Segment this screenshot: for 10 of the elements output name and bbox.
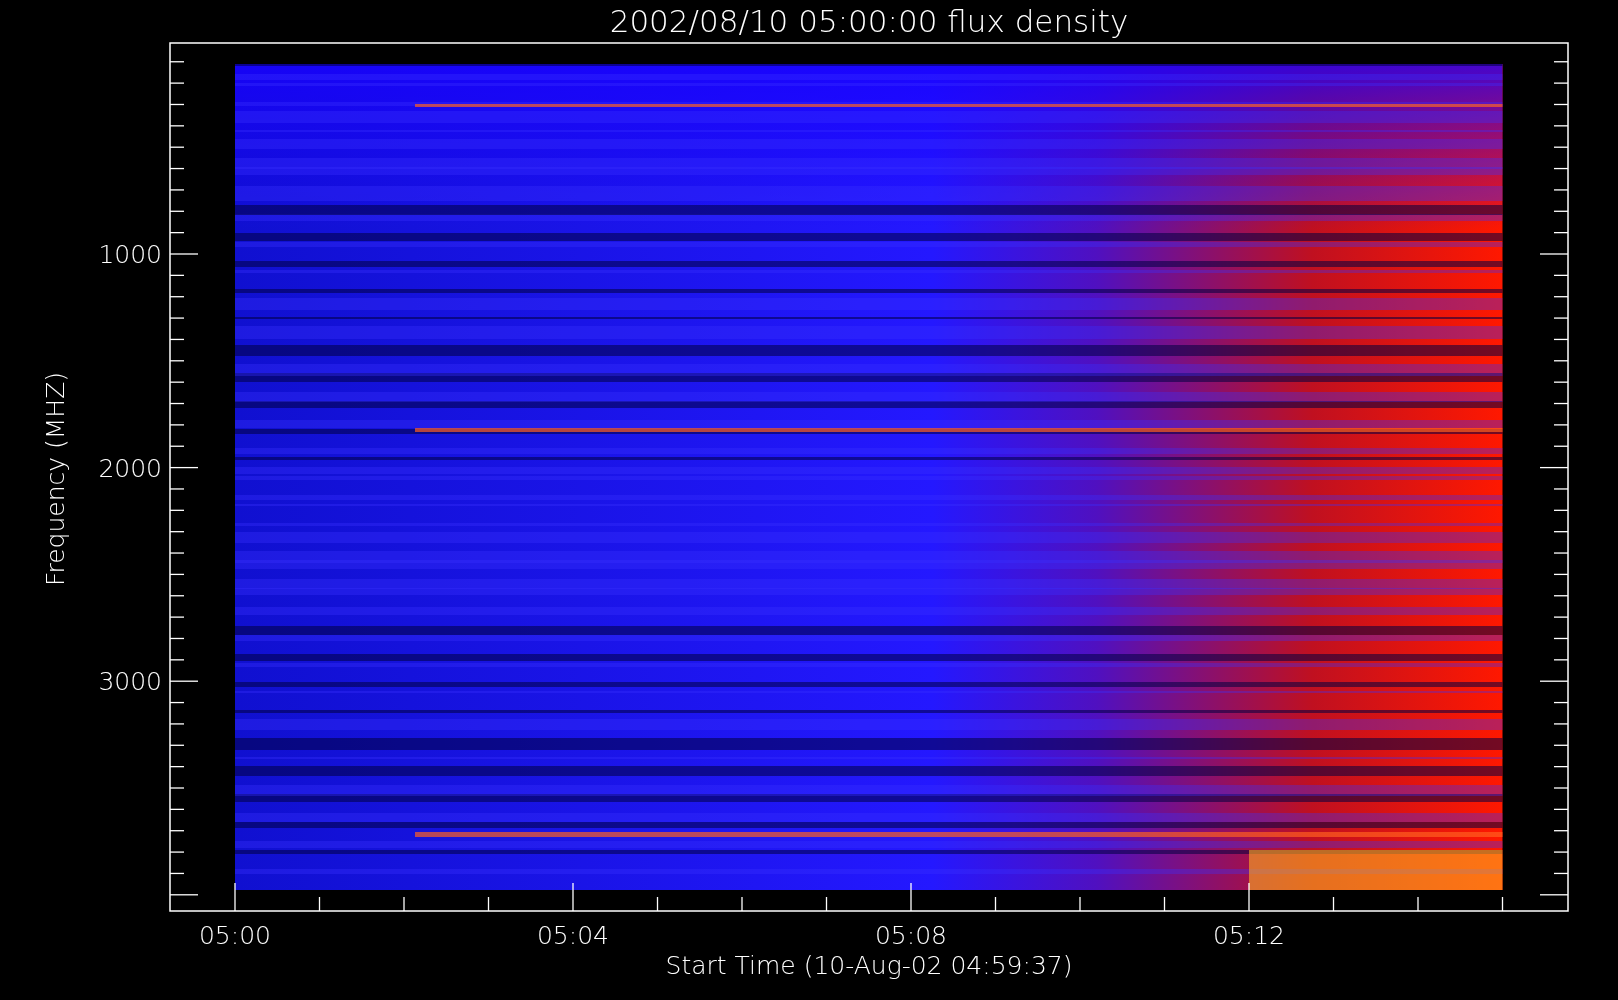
x-tick-label: 05:08: [875, 921, 947, 950]
chart-title: 2002/08/10 05:00:00 flux density: [609, 3, 1129, 39]
y-tick-label: 2000: [98, 453, 162, 483]
y-tick-label: 3000: [98, 667, 162, 697]
x-tick-label: 05:00: [199, 921, 271, 950]
x-tick-label: 05:12: [1213, 921, 1285, 950]
y-axis-label: Frequency (MHZ): [41, 371, 70, 587]
y-tick-label: 1000: [98, 240, 162, 269]
x-axis-label: Start Time (10-Aug-02 04:59:37): [665, 951, 1073, 980]
x-tick-label: 05:04: [537, 921, 609, 950]
